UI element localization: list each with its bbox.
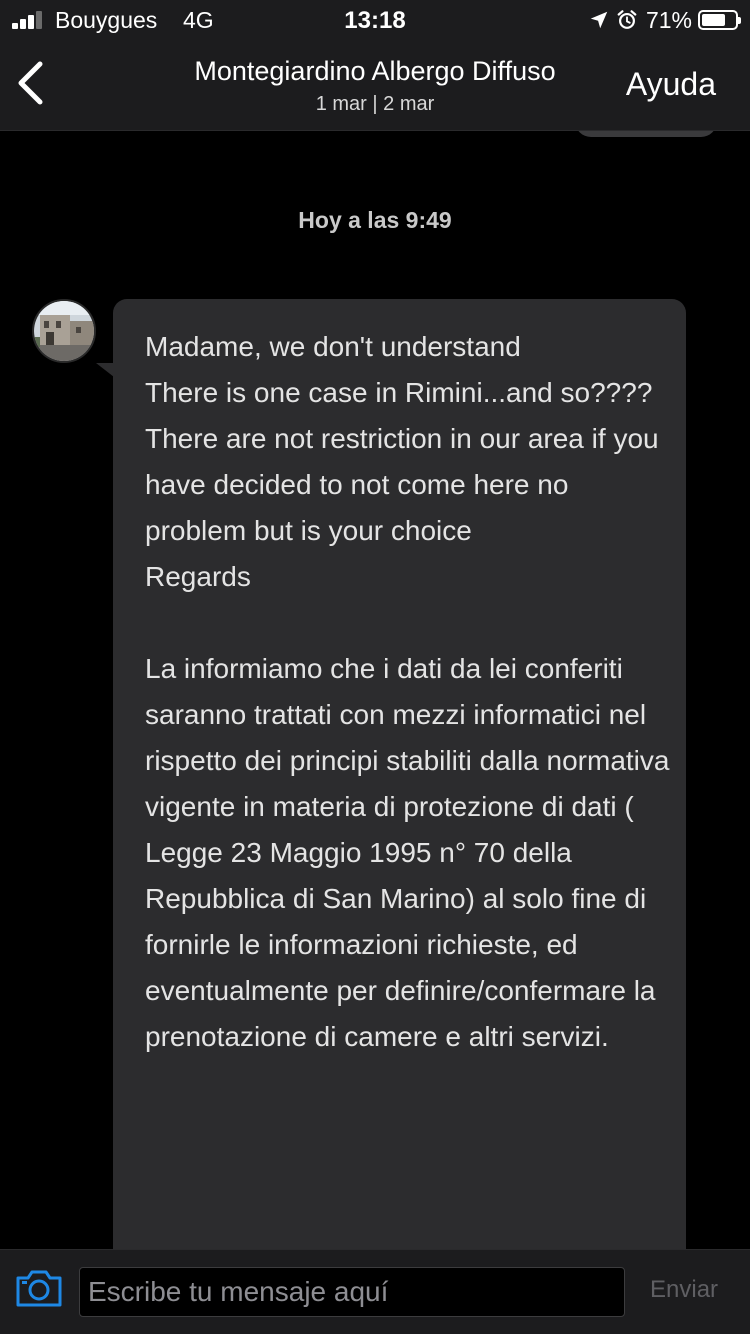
status-bar: Bouygues 4G 13:18 71% bbox=[0, 0, 750, 40]
host-avatar-photo bbox=[34, 301, 94, 361]
host-avatar[interactable] bbox=[32, 299, 96, 363]
message-text: Madame, we don't understand There is one… bbox=[145, 331, 670, 1052]
booking-dates: 1 mar | 2 mar bbox=[315, 93, 435, 115]
status-right-group: 71% bbox=[588, 6, 741, 34]
message-input[interactable] bbox=[79, 1267, 625, 1317]
message-timestamp: Hoy a las 9:49 bbox=[298, 207, 452, 233]
help-button[interactable]: Ayuda bbox=[626, 66, 716, 103]
chat-screen: Bouygues 4G 13:18 71% Montegiardino Albe… bbox=[0, 0, 750, 1334]
message-composer: Enviar bbox=[0, 1249, 750, 1334]
alarm-icon bbox=[617, 10, 637, 29]
battery-level-fill bbox=[702, 14, 725, 26]
chat-messages-area[interactable]: Hoy a las 9:49 Madame, we don't understa… bbox=[0, 131, 750, 1249]
back-chevron-icon[interactable] bbox=[10, 58, 54, 108]
camera-icon[interactable] bbox=[14, 1267, 64, 1309]
battery-percentage: 71% bbox=[645, 6, 692, 33]
previous-message-bubble bbox=[575, 131, 717, 137]
message-bubble-tail bbox=[96, 363, 114, 377]
location-arrow-icon bbox=[590, 11, 608, 29]
navigation-header: Montegiardino Albergo Diffuso 1 mar | 2 … bbox=[0, 40, 750, 131]
message-bubble[interactable]: Madame, we don't understand There is one… bbox=[113, 299, 686, 1249]
send-button[interactable]: Enviar bbox=[650, 1276, 718, 1304]
battery-icon bbox=[698, 10, 741, 30]
property-title: Montegiardino Albergo Diffuso bbox=[194, 56, 556, 86]
